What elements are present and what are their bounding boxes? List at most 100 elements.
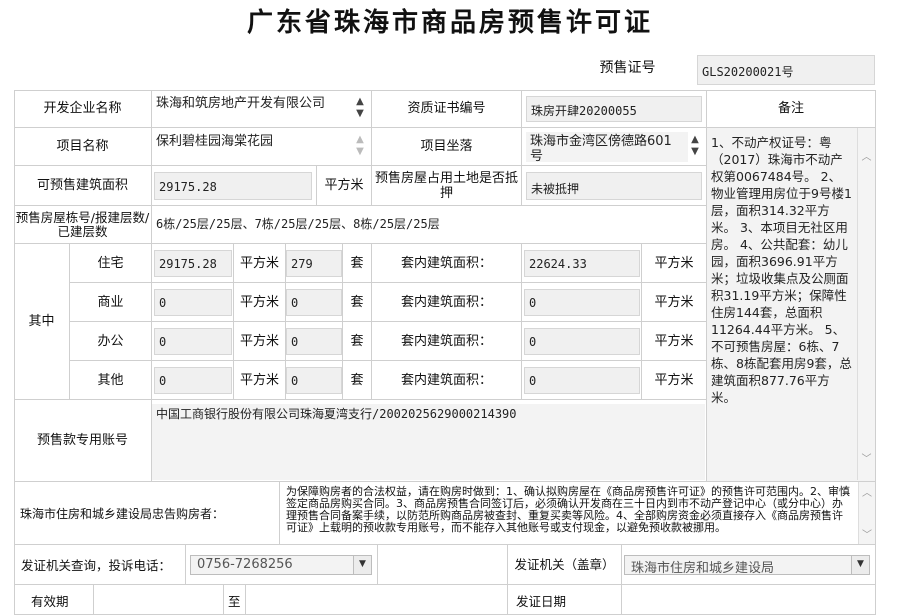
usage-area-unit: 平方米 [234, 361, 286, 400]
usage-units-cell: 0 [286, 361, 343, 400]
hotline-label-cell: 发证机关查询，投诉电话： [14, 545, 186, 585]
sellable-area-label: 可预售建筑面积 [14, 166, 152, 206]
cert-no-label: 资质证书编号 [372, 90, 522, 128]
usage-inner-cell: 0 [522, 361, 642, 400]
notice-cell: 为保障购房者的合法权益，请在购房时做到：1、确认拟购房屋在《商品房预售许可证》的… [280, 482, 876, 545]
usage-inner-cell: 0 [522, 283, 642, 322]
scroll-up-icon[interactable]: ︿ [858, 148, 875, 163]
usage-inner-field[interactable]: 0 [524, 328, 640, 355]
notice-scroll-down-icon[interactable]: ﹀ [859, 526, 875, 541]
escrow-account-label: 预售款专用账号 [14, 400, 152, 482]
sellable-area-unit: 平方米 [317, 166, 372, 206]
usage-inner-label: 套内建筑面积： [372, 283, 522, 322]
notice-scrollbar[interactable]: ︿ ﹀ [858, 482, 875, 544]
building-floors-cell: 6栋/25层/25层、7栋/25层/25层、8栋/25层/25层 [152, 206, 707, 244]
hotline-label: 发证机关查询，投诉电话： [21, 558, 172, 573]
remarks-label: 备注 [707, 90, 876, 128]
hotline-value: 0756-7268256 [197, 557, 293, 572]
validity-label: 有效期 [14, 585, 94, 615]
building-floors-field[interactable]: 6栋/25层/25层、7栋/25层/25层、8栋/25层/25层 [152, 214, 702, 238]
usage-units-unit: 套 [343, 322, 372, 361]
page-title: 广东省珠海市商品房预售许可证 [246, 8, 653, 38]
project-name-cell: 保利碧桂园海棠花园 ▲ ▼ [152, 128, 372, 166]
among-label: 其中 [14, 244, 70, 400]
land-mortgage-cell: 未被抵押 [522, 166, 707, 206]
sellable-area-cell: 29175.28 [152, 166, 317, 206]
notice-text[interactable]: 为保障购房者的合法权益，请在购房时做到：1、确认拟购房屋在《商品房预售许可证》的… [282, 484, 856, 542]
permit-label: 预售证号 [599, 59, 656, 76]
usage-units-cell: 0 [286, 283, 343, 322]
remarks-scrollbar[interactable]: ︿ ﹀ [857, 128, 875, 480]
scroll-down-icon[interactable]: ﹀ [858, 450, 875, 465]
escrow-account-cell: 中国工商银行股份有限公司珠海夏湾支行/2002025629000214390 [152, 400, 707, 482]
land-mortgage-label: 预售房屋占用土地是否抵押 [372, 166, 522, 206]
project-name-field[interactable]: 保利碧桂园海棠花园 [152, 132, 348, 162]
issuer-value: 珠海市住房和城乡建设局 [631, 561, 775, 576]
usage-area-cell: 29175.28 [152, 244, 234, 283]
usage-units-unit: 套 [343, 361, 372, 400]
usage-area-unit: 平方米 [234, 283, 286, 322]
hotline-cell: 0756-7268256 ▼ [186, 545, 378, 585]
location-field[interactable]: 珠海市金湾区傍德路601号 [526, 132, 688, 162]
usage-area-field[interactable]: 0 [154, 328, 232, 355]
project-spin-down-icon[interactable]: ▼ [353, 146, 367, 158]
usage-units-field[interactable]: 279 [286, 250, 342, 277]
usage-inner-field[interactable]: 0 [524, 367, 640, 394]
usage-units-cell: 0 [286, 322, 343, 361]
usage-inner-label: 套内建筑面积： [372, 244, 522, 283]
usage-inner-label: 套内建筑面积： [372, 322, 522, 361]
usage-area-field[interactable]: 0 [154, 289, 232, 316]
location-spin-up-icon[interactable]: ▲ [688, 134, 702, 146]
usage-type-label: 商业 [70, 283, 152, 322]
project-name-label: 项目名称 [14, 128, 152, 166]
usage-inner-cell: 22624.33 [522, 244, 642, 283]
remarks-cell: 1、不动产权证号：粤（2017）珠海市不动产权第0067484号。 2、物业管理… [707, 128, 876, 482]
location-label: 项目坐落 [372, 128, 522, 166]
usage-area-cell: 0 [152, 283, 234, 322]
notice-scroll-up-icon[interactable]: ︿ [859, 484, 875, 499]
validity-to-label: 至 [224, 585, 246, 615]
usage-inner-unit: 平方米 [642, 283, 707, 322]
permit-number-field[interactable]: GLS20200021号 [697, 55, 875, 85]
usage-type-label: 其他 [70, 361, 152, 400]
developer-field[interactable]: 珠海和筑房地产开发有限公司 [152, 94, 348, 124]
usage-units-unit: 套 [343, 244, 372, 283]
usage-units-field[interactable]: 0 [286, 367, 342, 394]
sellable-area-field[interactable]: 29175.28 [154, 172, 312, 200]
hotline-select[interactable]: 0756-7268256 ▼ [190, 555, 372, 575]
remarks-text[interactable]: 1、不动产权证号：粤（2017）珠海市不动产权第0067484号。 2、物业管理… [707, 132, 857, 474]
blank-cell [378, 545, 508, 585]
issuer-dropdown-icon[interactable]: ▼ [851, 556, 869, 574]
validity-to-cell[interactable] [246, 585, 508, 615]
usage-units-field[interactable]: 0 [286, 328, 342, 355]
project-spin-up-icon[interactable]: ▲ [353, 134, 367, 146]
usage-inner-field[interactable]: 0 [524, 289, 640, 316]
usage-units-field[interactable]: 0 [286, 289, 342, 316]
usage-area-field[interactable]: 0 [154, 367, 232, 394]
land-mortgage-field[interactable]: 未被抵押 [526, 172, 702, 200]
usage-units-unit: 套 [343, 283, 372, 322]
usage-inner-unit: 平方米 [642, 244, 707, 283]
validity-from-cell[interactable] [94, 585, 224, 615]
usage-area-field[interactable]: 29175.28 [154, 250, 232, 277]
location-spin-down-icon[interactable]: ▼ [688, 146, 702, 158]
issuer-select[interactable]: 珠海市住房和城乡建设局 ▼ [624, 555, 870, 576]
usage-type-label: 办公 [70, 322, 152, 361]
usage-units-cell: 279 [286, 244, 343, 283]
cert-no-cell: 珠房开肆20200055 [522, 90, 707, 128]
cert-no-field[interactable]: 珠房开肆20200055 [526, 96, 702, 122]
usage-inner-unit: 平方米 [642, 322, 707, 361]
usage-area-cell: 0 [152, 322, 234, 361]
escrow-account-field[interactable]: 中国工商银行股份有限公司珠海夏湾支行/2002025629000214390 [152, 404, 705, 480]
issuer-label: 发证机关（盖章） [508, 545, 622, 585]
usage-inner-label: 套内建筑面积： [372, 361, 522, 400]
hotline-dropdown-icon[interactable]: ▼ [353, 556, 371, 574]
issue-date-cell[interactable] [622, 585, 876, 615]
usage-inner-field[interactable]: 22624.33 [524, 250, 640, 277]
developer-spin-up-icon[interactable]: ▲ [353, 96, 367, 108]
notice-authority-label: 珠海市住房和城乡建设局忠告购房者： [14, 482, 280, 545]
issue-date-label: 发证日期 [508, 585, 622, 615]
developer-spin-down-icon[interactable]: ▼ [353, 108, 367, 120]
developer-label: 开发企业名称 [14, 90, 152, 128]
usage-area-unit: 平方米 [234, 244, 286, 283]
